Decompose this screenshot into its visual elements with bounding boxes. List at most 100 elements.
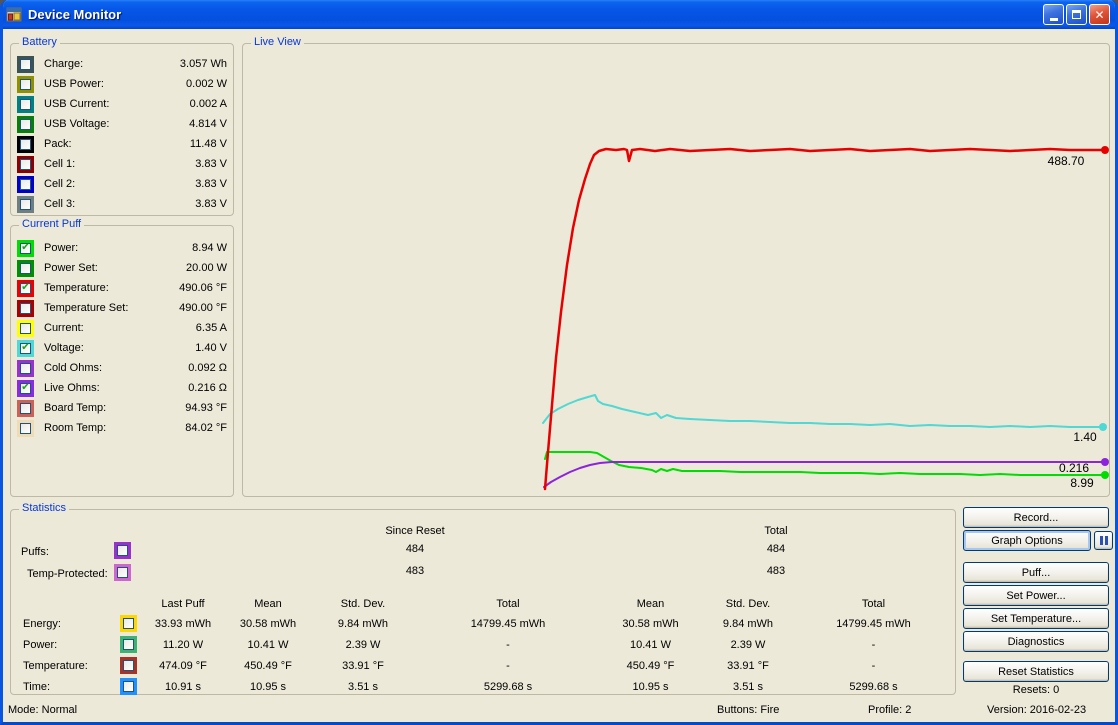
series-checkbox[interactable]: ✔ — [17, 380, 34, 397]
stats-value: 3.51 s — [698, 676, 798, 697]
series-checkbox[interactable] — [120, 615, 137, 632]
metric-label: Cell 2: — [44, 178, 75, 190]
minimize-button[interactable] — [1043, 4, 1064, 25]
series-checkbox[interactable]: ✔ — [17, 340, 34, 357]
total-puffs-count: 484 — [696, 543, 856, 555]
series-checkbox[interactable] — [17, 420, 34, 437]
series-checkbox[interactable] — [17, 156, 34, 173]
title-bar[interactable]: Device Monitor ✕ — [0, 0, 1118, 29]
metric-row: Cold Ohms:0.092 Ω — [11, 358, 233, 378]
stats-row-label: Temperature: — [13, 655, 113, 676]
series-checkbox[interactable] — [17, 400, 34, 417]
series-checkbox[interactable] — [17, 56, 34, 73]
set-temperature-button[interactable]: Set Temperature... — [963, 608, 1109, 629]
total-header: Total — [696, 525, 856, 537]
metric-value: 11.48 V — [190, 138, 227, 150]
series-checkbox[interactable] — [17, 196, 34, 213]
series-checkbox[interactable] — [17, 260, 34, 277]
series-end-label: 0.216 — [1059, 461, 1089, 475]
stats-value: 450.49 °F — [603, 655, 698, 676]
pause-graph-button[interactable] — [1094, 531, 1113, 550]
metric-value: 490.06 °F — [179, 282, 227, 294]
stats-checkbox-cell — [113, 613, 143, 634]
metric-row: Temperature Set:490.00 °F — [11, 298, 233, 318]
series-checkbox[interactable] — [17, 76, 34, 93]
stats-value: 33.91 °F — [313, 655, 413, 676]
series-checkbox[interactable] — [120, 636, 137, 653]
metric-value: 8.94 W — [192, 242, 227, 254]
series-checkbox[interactable] — [17, 320, 34, 337]
maximize-button[interactable] — [1066, 4, 1087, 25]
statistics-groupbox: Statistics Since Reset 484 483 Total 484… — [10, 509, 956, 695]
metric-label: Cold Ohms: — [44, 362, 102, 374]
metric-row: USB Power:0.002 W — [11, 74, 233, 94]
set-power-button[interactable]: Set Power... — [963, 585, 1109, 606]
metric-label: Charge: — [44, 58, 83, 70]
client-area: Battery Charge:3.057 WhUSB Power:0.002 W… — [0, 29, 1112, 700]
battery-rows: Charge:3.057 WhUSB Power:0.002 WUSB Curr… — [11, 44, 233, 214]
resets-count-label: Resets: 0 — [963, 684, 1109, 696]
record-button[interactable]: Record... — [963, 507, 1109, 528]
temp-protected-checkbox[interactable] — [114, 564, 131, 581]
live-view-chart[interactable]: 1.408.990.216488.70 — [243, 44, 1109, 496]
stats-value: 10.41 W — [603, 634, 698, 655]
series-checkbox[interactable] — [17, 176, 34, 193]
metric-value: 6.35 A — [196, 322, 227, 334]
puff-button[interactable]: Puff... — [963, 562, 1109, 583]
metric-label: Cell 3: — [44, 198, 75, 210]
stats-value: 33.91 °F — [698, 655, 798, 676]
stats-value: 450.49 °F — [223, 655, 313, 676]
app-icon — [6, 7, 22, 23]
series-checkbox[interactable] — [120, 678, 137, 695]
minimize-icon — [1050, 18, 1058, 21]
stats-value: - — [798, 634, 949, 655]
series-checkbox[interactable] — [17, 116, 34, 133]
live-view-groupbox: Live View 1.408.990.216488.70 — [242, 43, 1110, 497]
stats-value: 33.93 mWh — [143, 613, 223, 634]
series-checkbox[interactable] — [120, 657, 137, 674]
stats-row-label: Time: — [13, 676, 113, 697]
diagnostics-button[interactable]: Diagnostics — [963, 631, 1109, 652]
close-button[interactable]: ✕ — [1089, 4, 1110, 25]
series-line-temperature — [545, 149, 1105, 489]
series-checkbox[interactable]: ✔ — [17, 280, 34, 297]
window-title: Device Monitor — [28, 7, 121, 22]
stats-value: 474.09 °F — [143, 655, 223, 676]
battery-group-title: Battery — [19, 36, 60, 48]
puffs-checkbox[interactable] — [114, 542, 131, 559]
check-icon: ✔ — [21, 283, 29, 293]
metric-value: 0.002 A — [190, 98, 227, 110]
metric-row: ✔Live Ohms:0.216 Ω — [11, 378, 233, 398]
metric-label: Current: — [44, 322, 84, 334]
series-checkbox[interactable] — [17, 96, 34, 113]
series-checkbox[interactable]: ✔ — [17, 240, 34, 257]
series-checkbox[interactable] — [17, 300, 34, 317]
metric-label: USB Current: — [44, 98, 109, 110]
stats-value: 10.41 W — [223, 634, 313, 655]
stats-value: 2.39 W — [698, 634, 798, 655]
metric-row: Cell 3: 3.83 V — [11, 194, 233, 214]
metric-row: Pack:11.48 V — [11, 134, 233, 154]
stats-value: 5299.68 s — [413, 676, 603, 697]
close-icon: ✕ — [1094, 9, 1104, 21]
graph-options-button[interactable]: Graph Options — [963, 530, 1091, 551]
stats-value: 30.58 mWh — [603, 613, 698, 634]
check-icon: ✔ — [21, 243, 29, 253]
series-checkbox[interactable] — [17, 360, 34, 377]
metric-row: USB Current: 0.002 A — [11, 94, 233, 114]
stats-column-header: Last Puff — [143, 594, 223, 613]
series-end-label: 8.99 — [1070, 476, 1094, 490]
stats-row-label: Energy: — [13, 613, 113, 634]
stats-value: - — [413, 655, 603, 676]
reset-statistics-button[interactable]: Reset Statistics — [963, 661, 1109, 682]
stats-checkbox-cell — [113, 676, 143, 697]
metric-value: 4.814 V — [189, 118, 227, 130]
metric-label: Power: — [44, 242, 78, 254]
metric-row: ✔Temperature:490.06 °F — [11, 278, 233, 298]
metric-value: 3.83 V — [195, 198, 227, 210]
stats-checkbox-cell — [113, 634, 143, 655]
series-checkbox[interactable] — [17, 136, 34, 153]
pause-icon — [1100, 536, 1108, 545]
stats-value: - — [798, 655, 949, 676]
metric-value: 0.216 Ω — [188, 382, 227, 394]
